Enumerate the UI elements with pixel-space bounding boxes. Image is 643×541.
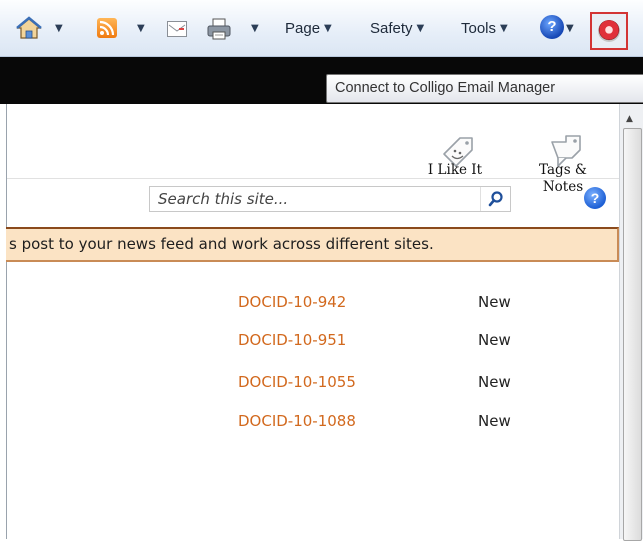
tooltip: Connect to Colligo Email Manager [326,74,643,103]
doc-id-link[interactable]: DOCID-10-1055 [238,373,356,391]
print-dropdown-arrow[interactable]: ▼ [251,14,259,42]
chevron-down-icon: ▼ [55,22,63,34]
feeds-dropdown-arrow[interactable]: ▼ [137,14,145,42]
mail-icon[interactable] [167,21,187,37]
tools-menu-label: Tools [461,19,497,37]
printer-icon[interactable] [205,17,233,41]
help-dropdown-arrow[interactable]: ▼ [566,14,574,42]
colligo-connect-button[interactable] [590,12,628,50]
chevron-down-icon: ▼ [137,22,145,34]
page-menu[interactable]: Page ▼ [285,14,332,42]
chevron-down-icon: ▼ [566,22,574,34]
chevron-down-icon: ▼ [324,22,332,34]
like-label: I Like It [427,162,483,178]
doc-status: New [478,373,511,391]
table-row: DOCID-10-1088 New [0,412,619,442]
envelope-icon [168,24,186,32]
info-banner: s post to your news feed and work across… [6,227,619,262]
table-row: DOCID-10-1055 New [0,373,619,403]
table-row: DOCID-10-942 New [0,293,619,323]
help-icon[interactable]: ? [540,15,564,39]
vertical-scrollbar[interactable]: ▲ [619,104,643,541]
search-icon [488,191,503,207]
safety-menu[interactable]: Safety ▼ [370,14,424,42]
scrollbar-thumb[interactable] [623,128,642,541]
tools-menu[interactable]: Tools ▼ [461,14,508,42]
chevron-down-icon: ▼ [500,22,508,34]
doc-status: New [478,412,511,430]
page-content: I Like It Tags & Notes ? s post to your … [0,104,643,541]
search-box [149,186,511,212]
rss-glyph-icon [99,20,115,36]
home-dropdown-arrow[interactable]: ▼ [55,14,63,42]
doc-status: New [478,331,511,349]
scroll-up-arrow-icon[interactable]: ▲ [626,114,633,124]
ie-command-bar: ▼ ▼ ▼ Page ▼ Safety ▼ Tools ▼ ? ▼ [0,0,643,57]
search-input[interactable] [150,187,478,211]
doc-id-link[interactable]: DOCID-10-1088 [238,412,356,430]
site-help-icon[interactable]: ? [584,187,606,209]
chevron-down-icon: ▼ [251,22,259,34]
safety-menu-label: Safety [370,19,413,37]
rss-icon[interactable] [97,18,117,38]
home-icon[interactable] [16,16,42,40]
doc-id-link[interactable]: DOCID-10-942 [238,293,346,311]
tags-label-line1: Tags & [539,162,587,178]
divider [7,178,619,179]
chevron-down-icon: ▼ [416,22,425,34]
doc-status: New [478,293,511,311]
page-menu-label: Page [285,19,321,37]
table-row: DOCID-10-951 New [0,331,619,361]
doc-id-link[interactable]: DOCID-10-951 [238,331,346,349]
colligo-icon [598,20,620,42]
search-button[interactable] [480,187,511,211]
